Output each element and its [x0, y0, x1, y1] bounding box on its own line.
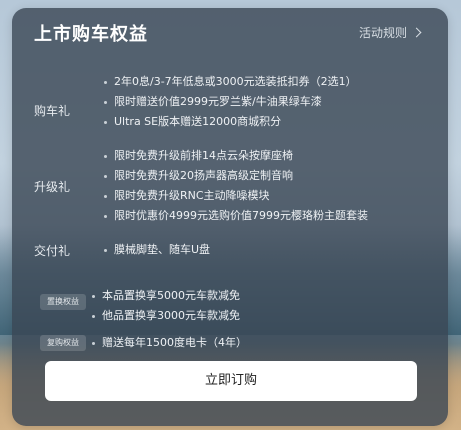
list-item: 限时免费升级前排14点云朵按摩座椅 [104, 146, 438, 166]
bullet-icon [104, 248, 107, 252]
list-item: 限时免费升级20扬声器高级定制音响 [104, 166, 438, 186]
section-label: 交付礼 [33, 244, 70, 258]
bullet-icon [92, 294, 95, 298]
card-header: 上市购车权益 活动规则 [12, 8, 448, 50]
bullet-icon [104, 80, 107, 84]
list-item: 限时优惠价4999元选购价值7999元樱珞粉主题套装 [104, 206, 438, 226]
bullet-icon [92, 341, 95, 345]
bullet-icon [104, 194, 107, 198]
list-item: 本品置换享5000元车款减免 [92, 286, 438, 306]
list-item: 限时免费升级RNC主动降噪模块 [104, 186, 438, 206]
bullet-icon [104, 120, 107, 124]
list-item: 2年0息/3-7年低息或3000元选装抵扣券（2选1） [104, 72, 438, 92]
chevron-right-icon [411, 27, 422, 38]
activity-rules-link[interactable]: 活动规则 [358, 24, 422, 41]
order-now-button[interactable]: 立即订购 [45, 361, 417, 401]
trade-in-badge: 置换权益 [40, 294, 86, 310]
bullet-icon [92, 314, 95, 318]
list-item: 赠送每年1500度电卡（4年） [92, 333, 438, 353]
list-item: 限时赠送价值2999元罗兰紫/牛油果绿车漆 [104, 92, 438, 112]
bullet-icon [104, 154, 107, 158]
list-item: Ultra SE版本赠送12000商城积分 [104, 112, 438, 132]
bullet-icon [104, 214, 107, 218]
benefits-card: 上市购车权益 活动规则 购车礼 2年0息/3-7年低息或3000元选装抵扣券（2… [12, 8, 448, 426]
section-label: 购车礼 [33, 104, 70, 118]
list-item: 膜械脚垫、随车U盘 [104, 240, 438, 260]
repurchase-badge: 复购权益 [40, 335, 86, 351]
activity-rules-label: 活动规则 [358, 26, 407, 40]
bullet-icon [104, 100, 107, 104]
section-label: 升级礼 [33, 180, 70, 194]
list-item: 他品置换享3000元车款减免 [92, 306, 438, 326]
bullet-icon [104, 174, 107, 178]
card-title: 上市购车权益 [34, 24, 148, 45]
